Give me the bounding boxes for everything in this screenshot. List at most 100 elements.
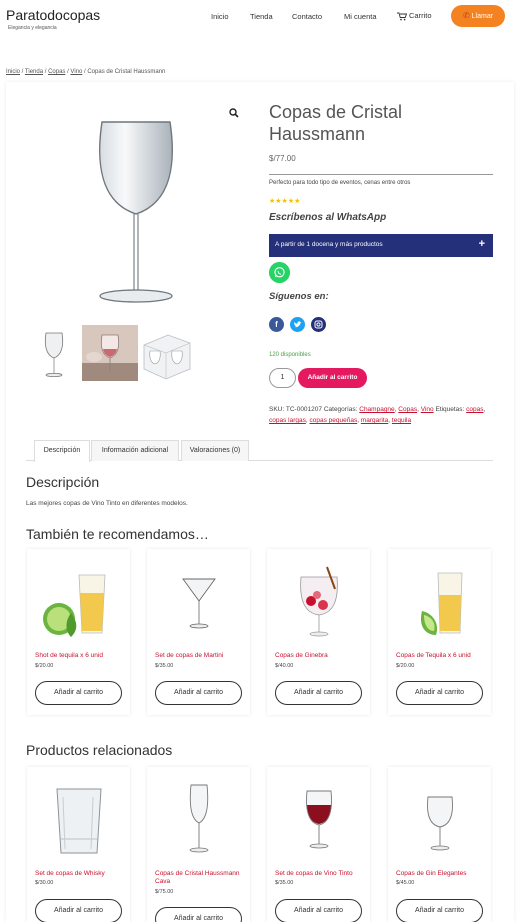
related-heading: Productos relacionados [26,742,173,758]
recommend-heading: También te recomendamos… [26,526,209,542]
tags-label: Etiquetas: [435,406,465,413]
product-card-small[interactable]: Set de copas de Vino Tinto $/35.00 Añadi… [267,767,370,922]
facebook-icon[interactable]: f [269,317,284,332]
summary-divider [269,174,493,175]
add-to-cart-button[interactable]: Añadir al carrito [155,907,242,922]
product-image[interactable] [147,769,250,864]
accordion-label: A partir de 1 docena y más productos [275,241,383,248]
nav-item-cart[interactable]: Carrito [397,11,432,21]
nav-item-account[interactable]: Mi cuenta [344,12,377,21]
add-to-cart-button[interactable]: Añadir al carrito [275,681,362,705]
product-price: $/20.00 [396,663,415,669]
call-button[interactable]: ✆ Llamar [451,5,505,27]
tab-description[interactable]: Descripción [34,440,90,462]
product-name[interactable]: Copas de Tequila x 6 unid [396,652,488,660]
tab-reviews[interactable]: Valoraciones (0) [181,440,249,461]
cart-icon [397,12,407,20]
categories-label: Categorías: [323,406,358,413]
bulk-pricing-accordion[interactable]: A partir de 1 docena y más productos + [269,234,493,257]
product-image[interactable] [388,551,491,646]
add-to-cart-button[interactable]: Añadir al carrito [298,368,367,388]
stock-status: 120 disponibles [269,352,311,358]
description-text: Las mejores copas de Vino Tinto en difer… [26,500,188,507]
tag-link[interactable]: copas pequeñas [309,417,357,424]
tag-link[interactable]: copas [466,406,483,413]
sku-label: SKU: [269,406,285,413]
category-link[interactable]: Champagne [359,406,394,413]
product-title: Copas de Cristal Haussmann [269,102,403,144]
product-image[interactable] [267,769,370,864]
breadcrumb-copas[interactable]: Copas [48,69,65,75]
phone-icon: ✆ [462,11,470,20]
add-to-cart-button[interactable]: Añadir al carrito [396,899,483,922]
product-meta: SKU: TC-0001207 Categorías: Champagne, C… [269,406,486,424]
product-card-small[interactable]: Copas de Gin Elegantes $/45.00 Añadir al… [388,767,491,922]
instagram-icon[interactable] [311,317,326,332]
breadcrumb-home[interactable]: Inicio [6,69,20,75]
add-to-cart-button[interactable]: Añadir al carrito [35,681,122,705]
product-name[interactable]: Copas de Cristal Haussmann Cava [155,870,247,886]
product-thumbnail[interactable] [138,325,194,381]
product-short-description: Perfecto para todo tipo de eventos, cena… [269,180,411,186]
product-main-image[interactable] [36,102,236,317]
nav-item-shop[interactable]: Tienda [250,12,273,21]
product-name[interactable]: Set de copas de Martini [155,652,247,660]
product-price: $/77.00 [269,154,296,163]
cart-label: Carrito [409,11,432,20]
breadcrumb-shop[interactable]: Tienda [25,69,43,75]
breadcrumb-current: Copas de Cristal Haussmann [87,69,166,75]
whatsapp-heading: Escríbenos al WhatsApp [269,212,387,223]
add-to-cart-button[interactable]: Añadir al carrito [396,681,483,705]
product-card-small[interactable]: Shot de tequila x 6 unid $/20.00 Añadir … [27,549,130,715]
product-price: $/35.00 [275,880,294,886]
product-price: $/75.00 [155,889,174,895]
plus-icon: + [478,238,485,250]
add-to-cart-button[interactable]: Añadir al carrito [35,899,122,922]
add-to-cart-button[interactable]: Añadir al carrito [275,899,362,922]
site-header: Paratodocopas Elegancia y elegancia Inic… [0,0,525,45]
tag-link[interactable]: copas largas [269,417,306,424]
product-thumbnail[interactable] [26,325,82,381]
product-name[interactable]: Set de copas de Vino Tinto [275,870,367,878]
tab-additional-info[interactable]: Información adicional [91,440,179,461]
nav-item-contact[interactable]: Contacto [292,12,322,21]
breadcrumb: Inicio / Tienda / Copas / Vino / Copas d… [6,69,165,75]
category-link[interactable]: Copas [398,406,417,413]
twitter-icon[interactable] [290,317,305,332]
whatsapp-icon[interactable] [269,262,290,283]
product-image[interactable] [267,551,370,646]
product-name[interactable]: Copas de Gin Elegantes [396,870,488,878]
product-thumbnail[interactable] [82,325,138,381]
product-card-small[interactable]: Copas de Tequila x 6 unid $/20.00 Añadir… [388,549,491,715]
nav-item-home[interactable]: Inicio [211,12,229,21]
rating-stars[interactable]: ★★★★★ [269,197,300,205]
sku-value: TC-0001207 [285,406,323,413]
quantity-input[interactable]: 1 [269,368,296,388]
product-card-small[interactable]: Copas de Cristal Haussmann Cava $/75.00 … [147,767,250,922]
product-price: $/30.00 [35,880,54,886]
search-icon[interactable] [229,108,239,118]
product-card-small[interactable]: Copas de Ginebra $/40.00 Añadir al carri… [267,549,370,715]
tag-link[interactable]: margarita [361,417,388,424]
call-button-label: Llamar [471,13,494,20]
product-card-small[interactable]: Set de copas de Martini $/35.00 Añadir a… [147,549,250,715]
site-title[interactable]: Paratodocopas [6,7,100,23]
product-image[interactable] [27,551,130,646]
description-heading: Descripción [26,474,100,490]
add-to-cart-button[interactable]: Añadir al carrito [155,681,242,705]
product-name[interactable]: Copas de Ginebra [275,652,367,660]
product-image[interactable] [388,769,491,864]
product-price: $/35.00 [155,663,174,669]
product-card-small[interactable]: Set de copas de Whisky $/30.00 Añadir al… [27,767,130,922]
product-name[interactable]: Set de copas de Whisky [35,870,127,878]
product-image[interactable] [147,551,250,646]
breadcrumb-vino[interactable]: Vino [70,69,82,75]
follow-heading: Síguenos en: [269,291,329,302]
product-name[interactable]: Shot de tequila x 6 unid [35,652,127,660]
site-tagline: Elegancia y elegancia [8,25,57,31]
tag-link[interactable]: tequila [392,417,411,424]
product-image[interactable] [27,769,130,864]
category-link[interactable]: Vino [421,406,434,413]
product-price: $/40.00 [275,663,294,669]
product-price: $/20.00 [35,663,54,669]
